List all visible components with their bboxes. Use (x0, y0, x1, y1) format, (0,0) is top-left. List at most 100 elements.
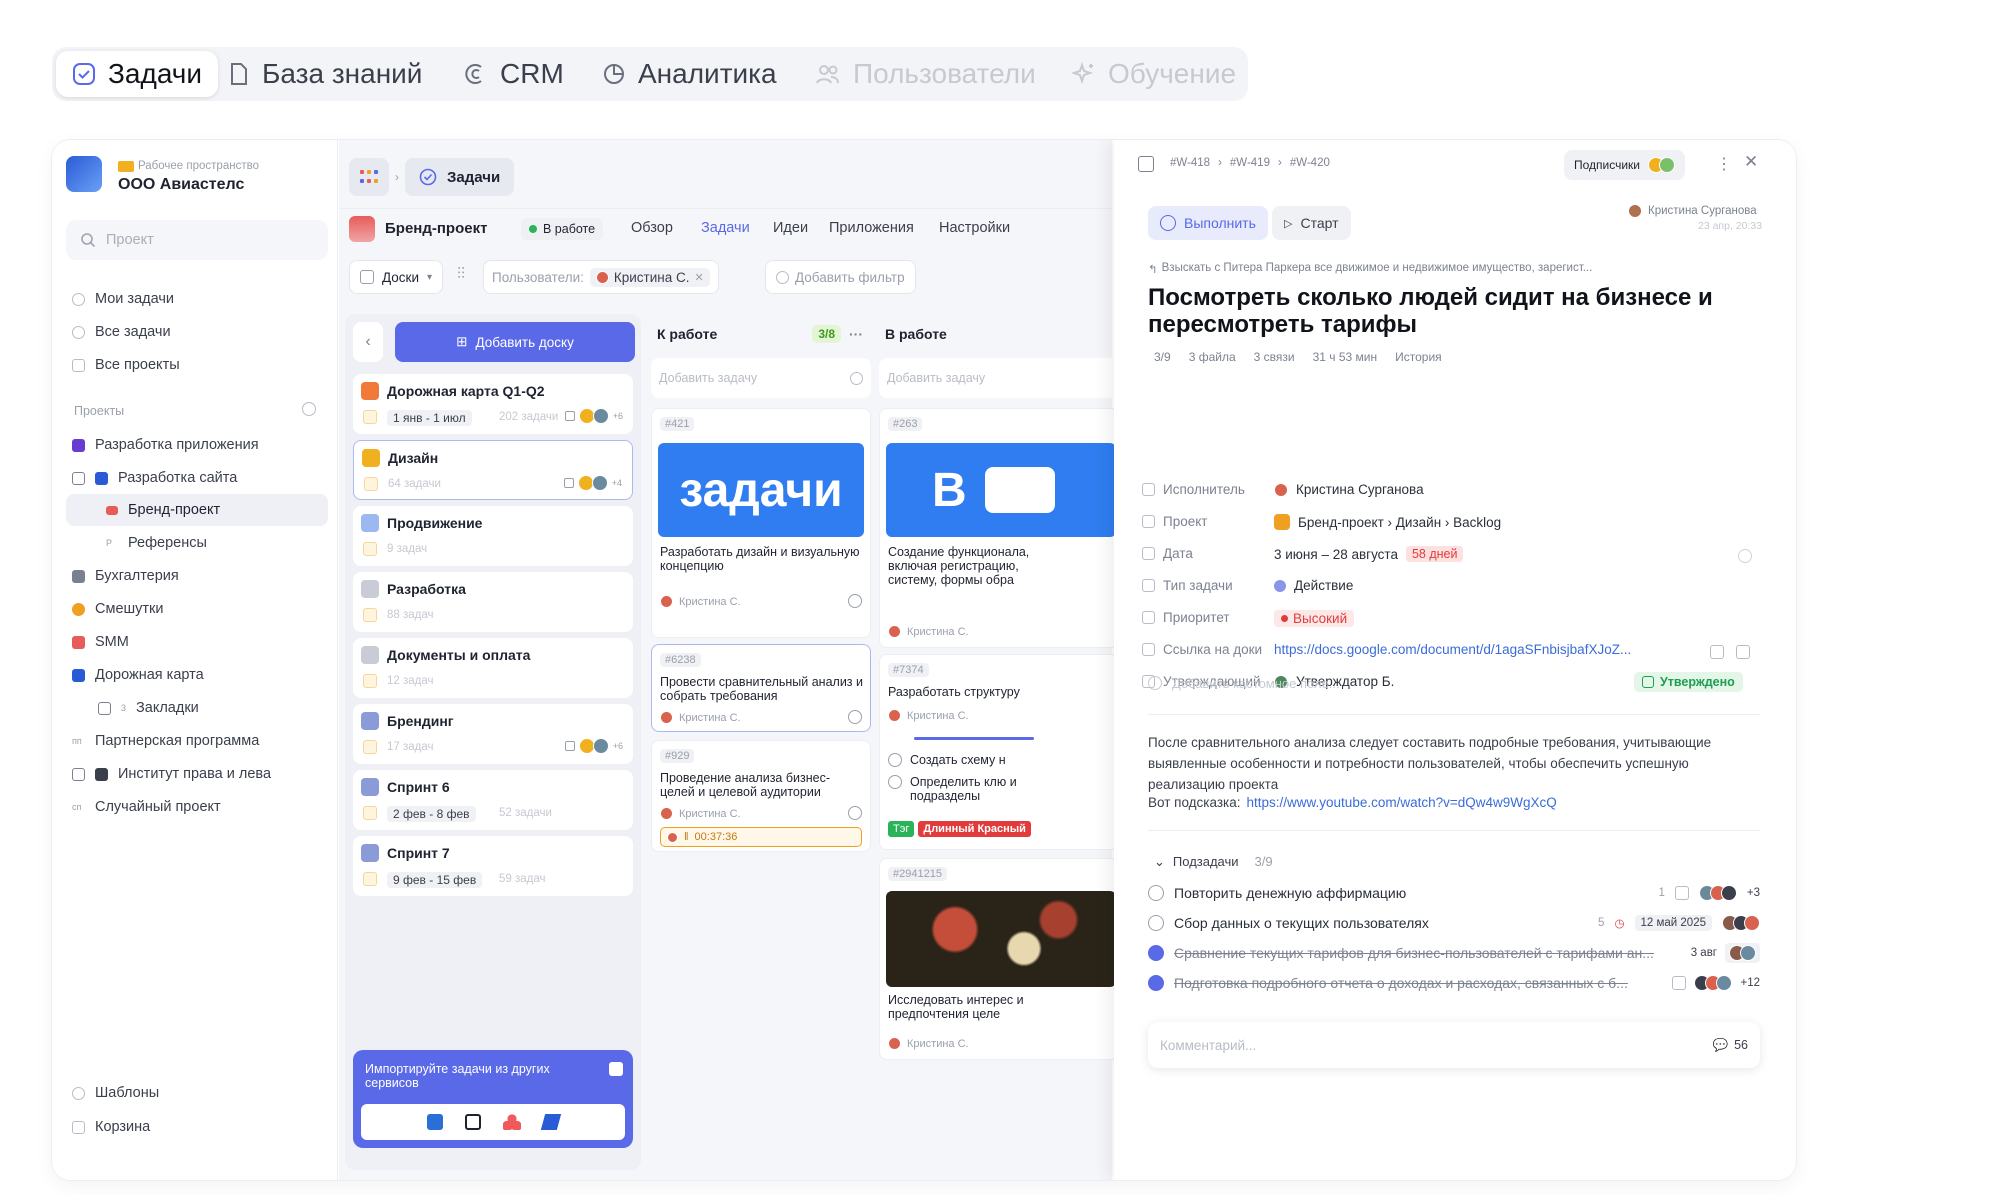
nav-tab-users[interactable]: Пользователи (815, 47, 1036, 101)
complete-checkbox[interactable] (848, 594, 862, 608)
trello-icon[interactable] (427, 1114, 443, 1130)
sidebar-item-all-tasks[interactable]: Все задачи (72, 319, 171, 345)
boards-dropdown[interactable]: Доски ▾ (349, 260, 444, 294)
sidebar-item-all-projects[interactable]: Все проекты (72, 352, 180, 378)
complete-button[interactable]: Выполнить (1148, 206, 1268, 240)
tab-ideas[interactable]: Идеи (773, 220, 808, 236)
add-project-icon[interactable] (302, 402, 316, 416)
board-item[interactable]: Дизайн 64 задачи +4 (353, 440, 633, 500)
sidebar-project-item[interactable]: 3 Закладки (98, 695, 199, 721)
add-custom-field[interactable]: Добавить кастомное поле... (1148, 676, 1340, 691)
calendar-icon[interactable] (1672, 976, 1687, 990)
sidebar-project-item[interactable]: пп Партнерская программа (72, 728, 259, 754)
property-row[interactable]: Дата 3 июня – 28 августа 58 дней (1114, 546, 1796, 568)
checkbox-checked[interactable] (1148, 945, 1164, 961)
close-icon[interactable]: ✕ (1744, 152, 1758, 172)
subtask-date[interactable]: 3 авг (1691, 947, 1717, 959)
crumb[interactable]: #W-420 (1290, 157, 1330, 169)
task-card[interactable]: #421 задачи Разработать дизайн и визуаль… (651, 408, 871, 638)
sidebar-project-item[interactable]: сп Случайный проект (72, 794, 221, 820)
sidebar-item-trash[interactable]: Корзина (72, 1114, 150, 1140)
property-row[interactable]: Тип задачи Действие (1114, 578, 1796, 600)
calendar-icon[interactable] (1674, 886, 1689, 900)
meta-links[interactable]: 3 связи (1254, 350, 1295, 364)
filter-settings-icon[interactable]: ⫶⫶ (457, 266, 465, 284)
board-item[interactable]: Брендинг 17 задач +6 (353, 704, 633, 764)
checkbox[interactable] (1148, 915, 1164, 931)
task-card[interactable]: #6238 Провести сравнительный анализ и со… (651, 644, 871, 732)
checklist-item[interactable]: Создать схему н (888, 753, 1006, 767)
add-task-input[interactable]: Добавить задачу (651, 358, 871, 398)
checkbox-checked[interactable] (1148, 975, 1164, 991)
more-vertical-icon[interactable]: ⋮ (1716, 154, 1732, 174)
sidebar-project-item[interactable]: Смешутки (72, 596, 163, 622)
complete-checkbox[interactable] (848, 710, 862, 724)
close-banner-icon[interactable] (609, 1062, 623, 1076)
tab-settings[interactable]: Настройки (939, 220, 1010, 236)
parent-task[interactable]: ↰ Взыскать с Питера Паркера все движимое … (1148, 262, 1592, 276)
workspace-name[interactable]: ООО Авиастелс (118, 176, 244, 194)
board-item[interactable]: Продвижение 9 задач (353, 506, 633, 566)
board-item[interactable]: Документы и оплата 12 задач (353, 638, 633, 698)
crumb[interactable]: #W-418 (1170, 157, 1210, 169)
subscribers-button[interactable]: Подписчики (1564, 150, 1686, 180)
status-badge[interactable]: В работе (521, 218, 604, 240)
comments-counter[interactable]: 💬 56 (1713, 1038, 1748, 1053)
tab-apps[interactable]: Приложения (829, 220, 914, 236)
nav-tab-learning[interactable]: Обучение (1072, 47, 1236, 101)
close-icon[interactable]: ✕ (694, 271, 703, 284)
edit-icon[interactable] (1710, 645, 1724, 659)
sidebar-project-item[interactable]: Бухгалтерия (72, 563, 179, 589)
sidebar-project-item[interactable]: Разработка сайта (72, 465, 237, 491)
nav-tab-tasks[interactable]: Задачи (56, 51, 219, 97)
users-filter[interactable]: Пользователи: Кристина С. ✕ (483, 260, 719, 294)
checkbox[interactable] (888, 753, 902, 767)
doc-link[interactable]: https://docs.google.com/document/d/1agaS… (1274, 642, 1631, 657)
nav-tab-crm[interactable]: CRM (464, 47, 564, 101)
sidebar-toggle-icon[interactable] (1138, 156, 1154, 172)
project-name[interactable]: Бренд-проект (385, 220, 487, 237)
subtask-row[interactable]: Сравнение текущих тарифов для бизнес-пол… (1148, 938, 1760, 968)
subtask-row[interactable]: Сбор данных о текущих пользователях 5 ◷ 12… (1148, 908, 1760, 938)
copy-icon[interactable] (1736, 645, 1750, 659)
add-board-button[interactable]: ⊞ Добавить доску (395, 322, 635, 362)
board-item[interactable]: Дорожная карта Q1-Q2 1 янв - 1 июл 202 зад… (353, 374, 633, 434)
property-row[interactable]: Проект Бренд-проект › Дизайн › Backlog (1114, 514, 1796, 536)
search-input[interactable]: Проект (66, 220, 328, 260)
jira-icon[interactable] (540, 1114, 562, 1130)
more-icon[interactable]: ··· (849, 326, 863, 342)
chevron-left-icon[interactable]: ‹ (353, 322, 383, 362)
task-card[interactable]: #263 В Создание функционала, включая рег… (879, 408, 1119, 648)
meta-subtasks[interactable]: 3/9 (1154, 350, 1171, 364)
subtask-date[interactable]: 12 май 2025 (1634, 915, 1712, 931)
sidebar-project-item[interactable]: P Референсы (106, 530, 207, 556)
property-row[interactable]: Исполнитель Кристина Сурганова (1114, 482, 1796, 504)
meta-history[interactable]: История (1395, 350, 1442, 364)
add-task-input[interactable]: Добавить задачу (879, 358, 1119, 398)
sidebar-project-item[interactable]: Дорожная карта (72, 662, 204, 688)
checkbox[interactable] (888, 775, 902, 789)
nav-tab-knowledge[interactable]: База знаний (228, 47, 422, 101)
nav-tab-analytics[interactable]: Аналитика (602, 47, 777, 101)
sidebar-project-item[interactable]: Разработка приложения (72, 432, 259, 458)
crumb[interactable]: #W-419 (1230, 157, 1270, 169)
apps-grid-button[interactable] (349, 158, 389, 196)
timer-badge[interactable]: ‖ 00:37:36 (660, 827, 862, 847)
start-button[interactable]: ▷ Старт (1272, 206, 1351, 240)
meta-files[interactable]: 3 файла (1189, 350, 1236, 364)
user-chip[interactable]: Кристина С. ✕ (589, 267, 710, 287)
asana-icon[interactable] (503, 1114, 521, 1130)
subtask-row[interactable]: Повторить денежную аффирмацию 1 +3 (1148, 878, 1760, 908)
subtasks-header[interactable]: ⌄ Подзадачи 3/9 (1154, 854, 1273, 870)
task-description[interactable]: После сравнительного анализа следует сос… (1148, 732, 1748, 795)
sidebar-item-my-tasks[interactable]: Мои задачи (72, 286, 174, 312)
repeat-icon[interactable] (1738, 549, 1752, 563)
property-row[interactable]: Приоритет Высокий (1114, 610, 1796, 632)
task-card[interactable]: #7374 Разработать структуру Кристина С. … (879, 654, 1119, 850)
breadcrumb-current[interactable]: Задачи (405, 158, 515, 196)
comment-input[interactable]: Комментарий... 💬 56 (1148, 1022, 1760, 1068)
hint-link[interactable]: https://www.youtube.com/watch?v=dQw4w9Wg… (1247, 795, 1557, 810)
subtask-row[interactable]: Подготовка подробного отчета о доходах и… (1148, 968, 1760, 998)
complete-checkbox[interactable] (848, 806, 862, 820)
checklist-item[interactable]: Определить клю и подразделы (888, 775, 1038, 803)
